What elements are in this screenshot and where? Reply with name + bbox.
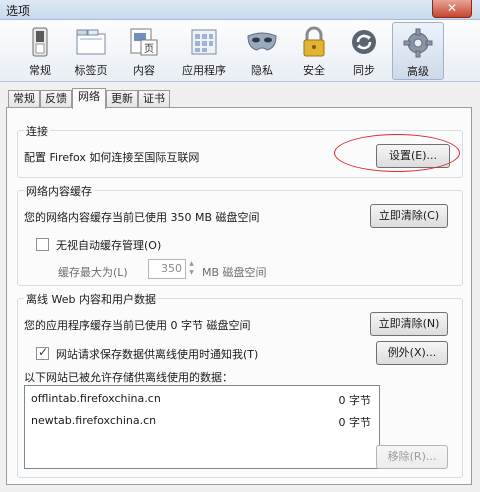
site-size: 0 字节	[338, 394, 372, 407]
list-item[interactable]: offlintab.firefoxchina.cn 0 字节	[25, 388, 379, 410]
annotation-circle	[334, 134, 460, 172]
toolbar-advanced[interactable]: 高级	[392, 22, 444, 80]
padlock-icon	[297, 26, 331, 58]
close-button[interactable]: ✕	[432, 0, 472, 18]
toolbar-label: 安全	[303, 64, 325, 77]
toolbar-label: 同步	[353, 64, 375, 77]
switch-icon	[23, 26, 57, 58]
exceptions-button[interactable]: 例外(X)...	[376, 341, 448, 365]
tab-general[interactable]: 常规	[8, 90, 40, 108]
toolbar-label: 应用程序	[182, 64, 226, 77]
cache-limit-stepper[interactable]: ▲ ▼	[186, 259, 197, 279]
tab-update[interactable]: 更新	[106, 90, 138, 108]
site-host: newtab.firefoxchina.cn	[31, 414, 157, 427]
tab-feedback[interactable]: 反馈	[40, 90, 72, 108]
title-bar: 选项 ✕	[0, 0, 480, 20]
cache-limit-unit: MB 磁盘空间	[202, 266, 267, 279]
offline-list-label: 以下网站已被允许存储供离线使用的数据：	[24, 371, 233, 384]
toolbar-label: 隐私	[251, 64, 273, 77]
gear-icon	[401, 27, 435, 59]
offline-group: 离线 Web 内容和用户数据 您的应用程序缓存当前已使用 0 字节 磁盘空间 立…	[17, 291, 463, 478]
toolbar-applications[interactable]: 应用程序	[174, 22, 234, 80]
offline-sites-list[interactable]: offlintab.firefoxchina.cn 0 字节 newtab.fi…	[24, 385, 380, 469]
offline-usage-text: 您的应用程序缓存当前已使用 0 字节 磁盘空间	[24, 319, 251, 332]
preferences-toolbar: 常规 标签页 页 内容 应用程序 隐私 安全 同步 高级	[0, 20, 480, 82]
connection-title: 连接	[24, 123, 50, 139]
offline-notify-checkbox[interactable]	[36, 345, 49, 360]
toolbar-label: 内容	[133, 64, 155, 77]
cache-override-checkbox[interactable]	[36, 238, 49, 251]
toolbar-sync[interactable]: 同步	[342, 22, 386, 80]
svg-text:页: 页	[144, 43, 154, 55]
list-item[interactable]: newtab.firefoxchina.cn 0 字节	[25, 410, 379, 432]
network-panel: 连接 配置 Firefox 如何连接至国际互联网 设置(E)... 网络内容缓存…	[6, 107, 472, 485]
cache-limit-label: 缓存最大为(L)	[58, 266, 128, 279]
toolbar-label: 标签页	[74, 64, 108, 77]
window-title: 选项	[6, 4, 31, 18]
toolbar-privacy[interactable]: 隐私	[240, 22, 284, 80]
content-page-icon: 页	[127, 26, 161, 58]
site-size: 0 字节	[338, 416, 372, 429]
tab-certificates[interactable]: 证书	[138, 90, 170, 108]
cache-usage-text: 您的网络内容缓存当前已使用 350 MB 磁盘空间	[24, 211, 260, 224]
cache-group: 网络内容缓存 您的网络内容缓存当前已使用 350 MB 磁盘空间 立即清除(C)…	[17, 183, 463, 286]
cache-title: 网络内容缓存	[24, 183, 94, 199]
tab-network[interactable]: 网络	[72, 88, 106, 109]
toolbar-label: 高级	[407, 65, 429, 78]
toolbar-content[interactable]: 页 内容	[122, 22, 166, 80]
toolbar-label: 常规	[29, 64, 51, 77]
applications-icon	[187, 26, 221, 58]
remove-button[interactable]: 移除(R)...	[376, 445, 448, 469]
toolbar-security[interactable]: 安全	[292, 22, 336, 80]
sync-icon	[347, 26, 381, 58]
tabs-icon	[74, 26, 108, 58]
site-host: offlintab.firefoxchina.cn	[31, 392, 161, 405]
cache-override-label: 无视自动缓存管理(O)	[56, 239, 162, 252]
offline-title: 离线 Web 内容和用户数据	[24, 291, 158, 307]
offline-notify-label: 网站请求保存数据供离线使用时通知我(T)	[56, 348, 259, 361]
clear-offline-button[interactable]: 立即清除(N)	[370, 312, 448, 336]
clear-cache-button[interactable]: 立即清除(C)	[370, 204, 448, 228]
cache-limit-input[interactable]: 350	[148, 259, 186, 279]
toolbar-general[interactable]: 常规	[18, 22, 62, 80]
connection-description: 配置 Firefox 如何连接至国际互联网	[24, 151, 200, 164]
toolbar-tabs[interactable]: 标签页	[66, 22, 116, 80]
mask-icon	[245, 26, 279, 58]
